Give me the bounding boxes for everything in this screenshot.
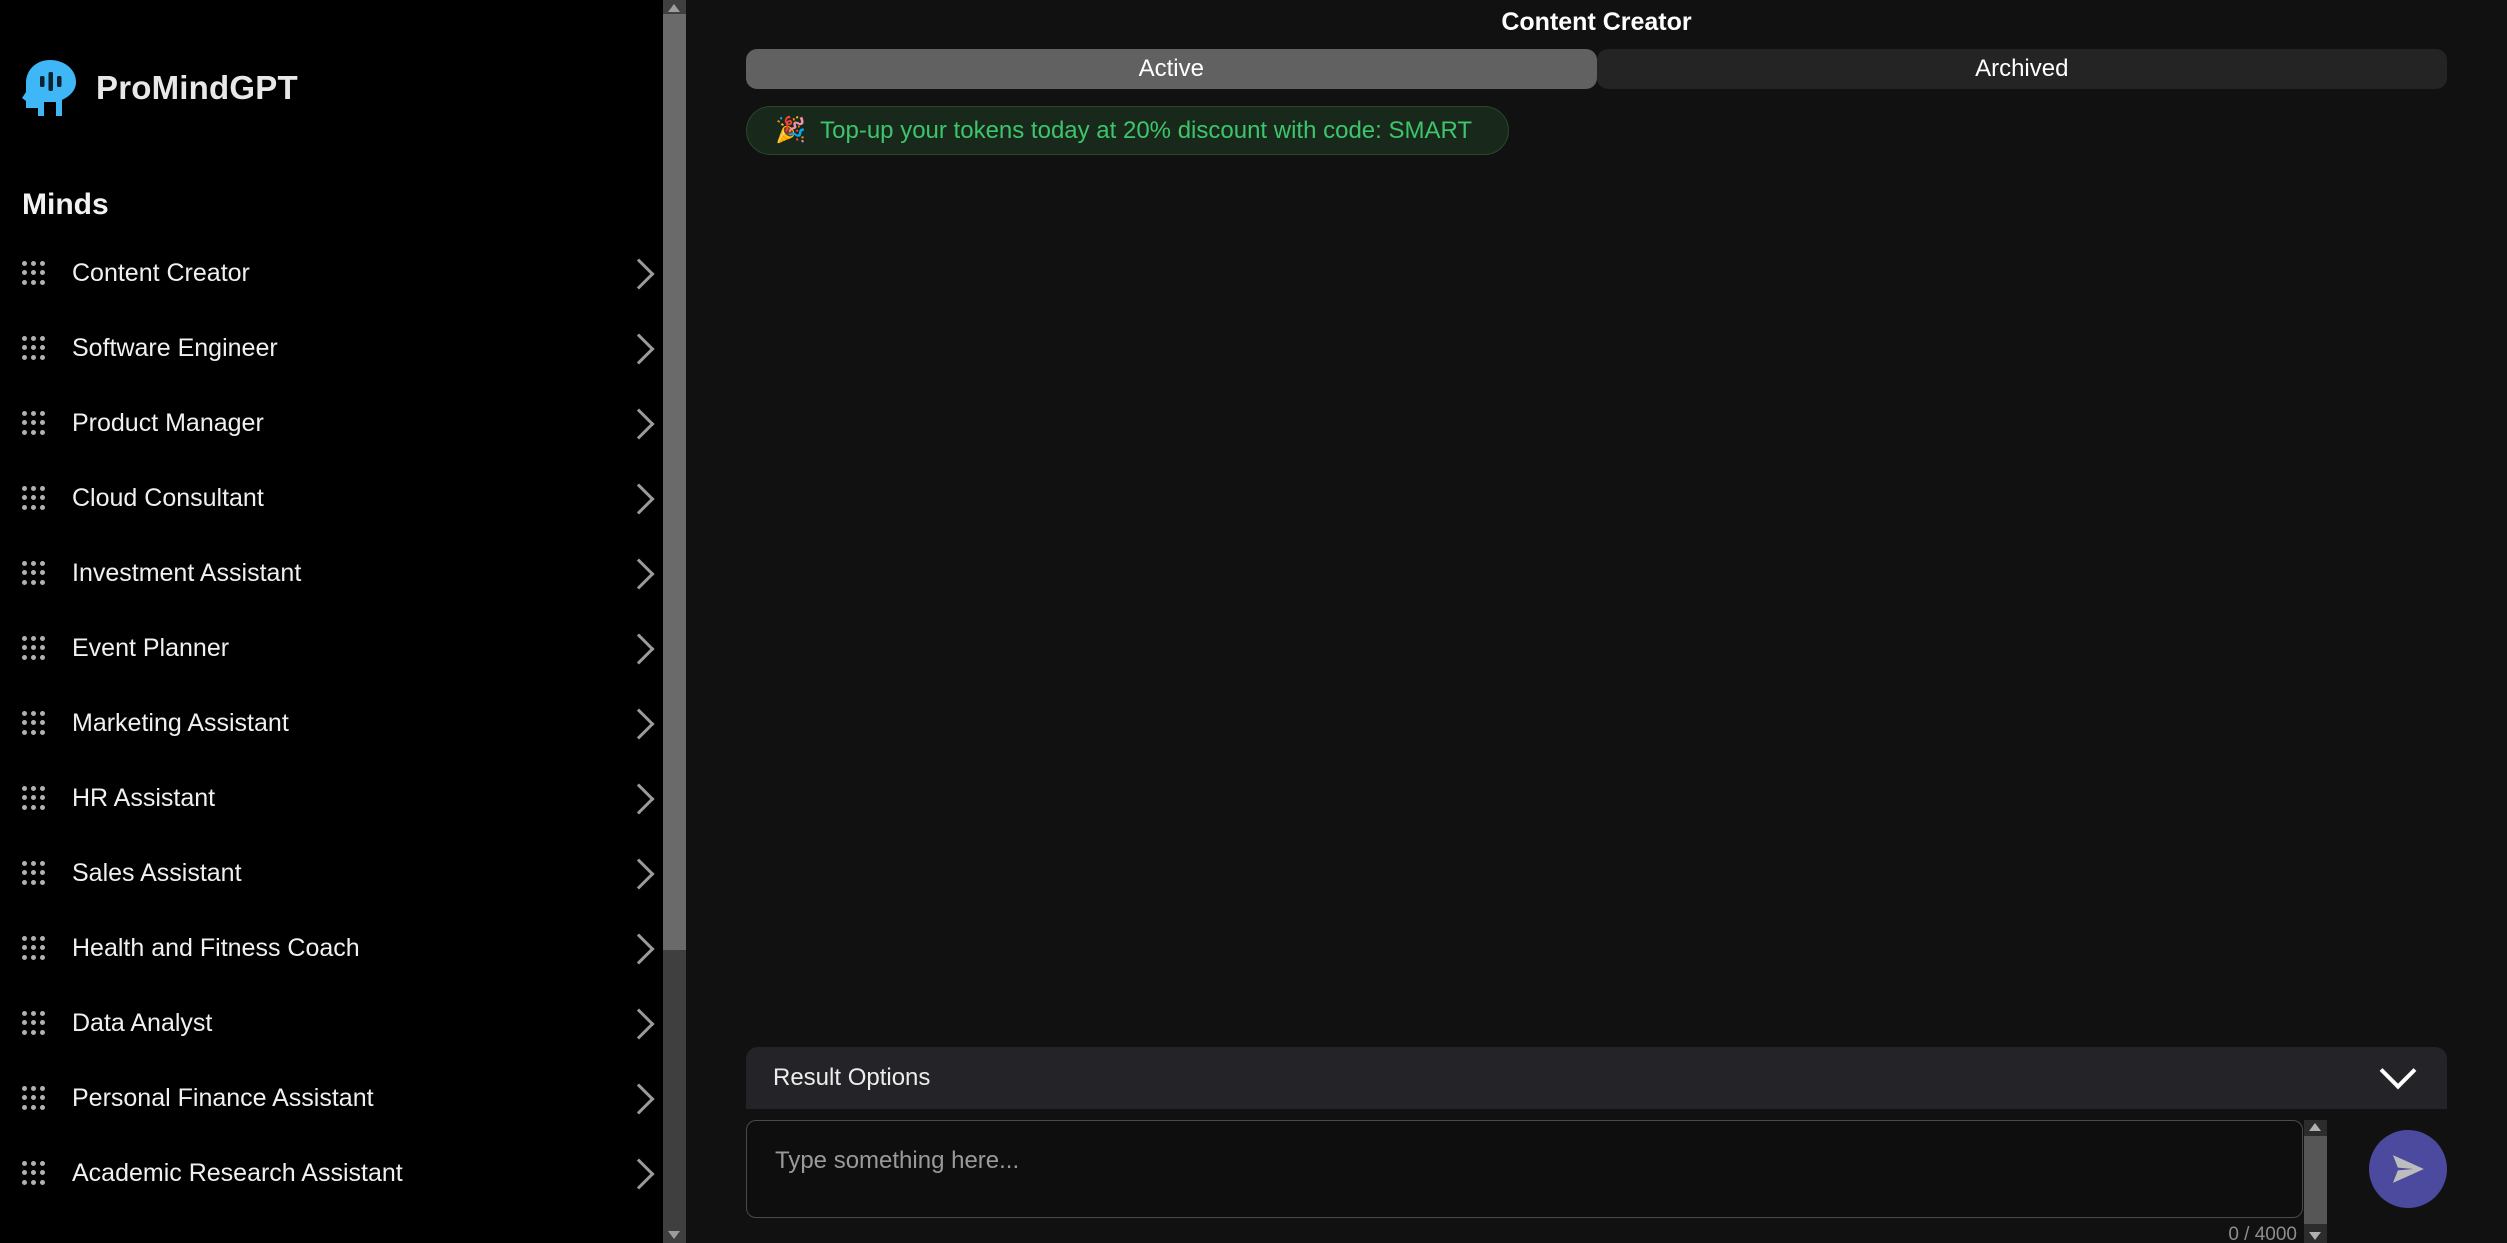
prompt-input-scrollbar[interactable] xyxy=(2304,1120,2327,1243)
drag-grid-icon[interactable] xyxy=(22,485,46,512)
tab-archived[interactable]: Archived xyxy=(1596,49,2447,89)
drag-grid-icon[interactable] xyxy=(22,335,46,362)
send-button[interactable] xyxy=(2369,1130,2447,1208)
drag-grid-icon[interactable] xyxy=(22,710,46,737)
chevron-right-icon[interactable] xyxy=(623,707,655,740)
chevron-right-icon[interactable] xyxy=(623,1082,655,1115)
sidebar-item-label: Investment Assistant xyxy=(72,559,302,587)
app-root: ProMindGPT Minds Content Creator Software… xyxy=(0,0,2507,1243)
sidebar-scrollbar-thumb[interactable] xyxy=(663,14,686,950)
sidebar-item[interactable]: Product Manager xyxy=(0,386,686,461)
send-paper-plane-icon xyxy=(2389,1150,2427,1188)
sidebar-item-label: Personal Finance Assistant xyxy=(72,1084,374,1112)
character-counter: 0 / 4000 xyxy=(2228,1224,2297,1243)
tab-archived-label: Archived xyxy=(1975,55,2069,82)
chevron-right-icon[interactable] xyxy=(623,557,655,590)
chevron-right-icon[interactable] xyxy=(623,332,655,365)
chevron-right-icon[interactable] xyxy=(623,1157,655,1190)
sidebar-item[interactable]: Sales Assistant xyxy=(0,836,686,911)
party-popper-icon: 🎉 xyxy=(775,116,807,144)
chevron-down-icon[interactable] xyxy=(2379,1052,2417,1090)
sidebar-item[interactable]: Cloud Consultant xyxy=(0,461,686,536)
chevron-right-icon[interactable] xyxy=(623,782,655,815)
head-profile-icon xyxy=(22,58,78,116)
prompt-input[interactable] xyxy=(746,1120,2303,1218)
sidebar-item[interactable]: Event Planner xyxy=(0,611,686,686)
drag-grid-icon[interactable] xyxy=(22,410,46,437)
minds-section-title: Minds xyxy=(22,188,109,221)
drag-grid-icon[interactable] xyxy=(22,635,46,662)
brand-logo-area[interactable]: ProMindGPT xyxy=(0,0,686,116)
sidebar-item[interactable]: Personal Finance Assistant xyxy=(0,1061,686,1136)
sidebar-item[interactable]: Data Analyst xyxy=(0,986,686,1061)
sidebar-item[interactable]: Health and Fitness Coach xyxy=(0,911,686,986)
sidebar-item-label: Event Planner xyxy=(72,634,230,662)
sidebar-item-label: Academic Research Assistant xyxy=(72,1159,403,1187)
sidebar-item-label: Health and Fitness Coach xyxy=(72,934,360,962)
sidebar-item[interactable]: Investment Assistant xyxy=(0,536,686,611)
scroll-down-arrow-icon[interactable] xyxy=(668,1231,680,1239)
chevron-right-icon[interactable] xyxy=(623,932,655,965)
sidebar-item-label: Sales Assistant xyxy=(72,859,242,887)
result-options-toggle[interactable]: Result Options xyxy=(746,1047,2447,1109)
composer: Result Options 0 / 4000 xyxy=(686,1047,2507,1243)
drag-grid-icon[interactable] xyxy=(22,1160,46,1187)
tab-active[interactable]: Active xyxy=(746,49,1597,89)
chevron-right-icon[interactable] xyxy=(623,257,655,290)
prompt-scroll-up-arrow-icon[interactable] xyxy=(2309,1123,2321,1131)
sidebar-item-label: Data Analyst xyxy=(72,1009,213,1037)
chevron-right-icon[interactable] xyxy=(623,857,655,890)
drag-grid-icon[interactable] xyxy=(22,1085,46,1112)
sidebar-item-label: Software Engineer xyxy=(72,334,278,362)
sidebar-item-label: Cloud Consultant xyxy=(72,484,264,512)
sidebar-item[interactable]: Content Creator xyxy=(0,236,686,311)
sidebar-scrollbar[interactable] xyxy=(663,0,686,1243)
chevron-right-icon[interactable] xyxy=(623,482,655,515)
result-options-label: Result Options xyxy=(773,1064,931,1091)
sidebar-item[interactable]: Software Engineer xyxy=(0,311,686,386)
sidebar: ProMindGPT Minds Content Creator Software… xyxy=(0,0,686,1243)
sidebar-item[interactable]: Academic Research Assistant xyxy=(0,1136,686,1211)
chevron-right-icon[interactable] xyxy=(623,632,655,665)
conversation-area xyxy=(746,166,2447,1047)
prompt-scroll-down-arrow-icon[interactable] xyxy=(2309,1232,2321,1240)
promo-row: 🎉 Top-up your tokens today at 20% discou… xyxy=(686,90,2507,155)
brand-name: ProMindGPT xyxy=(96,68,298,106)
drag-grid-icon[interactable] xyxy=(22,935,46,962)
promo-banner[interactable]: 🎉 Top-up your tokens today at 20% discou… xyxy=(746,106,1510,155)
sidebar-item-label: Product Manager xyxy=(72,409,264,437)
main-panel: Content Creator Active Archived 🎉 Top-up… xyxy=(686,0,2507,1243)
drag-grid-icon[interactable] xyxy=(22,1010,46,1037)
prompt-input-scrollbar-thumb[interactable] xyxy=(2304,1136,2327,1224)
input-row: 0 / 4000 xyxy=(746,1120,2447,1243)
page-title: Content Creator xyxy=(1501,8,1692,36)
tab-bar: Active Archived xyxy=(686,48,2507,90)
chevron-right-icon[interactable] xyxy=(623,1007,655,1040)
tab-active-label: Active xyxy=(1138,55,1204,82)
prompt-input-wrapper: 0 / 4000 xyxy=(746,1120,2303,1243)
drag-grid-icon[interactable] xyxy=(22,860,46,887)
sidebar-item-label: Marketing Assistant xyxy=(72,709,289,737)
sidebar-item-label: HR Assistant xyxy=(72,784,216,812)
drag-grid-icon[interactable] xyxy=(22,785,46,812)
sidebar-item-label: Content Creator xyxy=(72,259,250,287)
sidebar-item[interactable]: HR Assistant xyxy=(0,761,686,836)
scroll-up-arrow-icon[interactable] xyxy=(668,4,680,12)
drag-grid-icon[interactable] xyxy=(22,560,46,587)
chevron-right-icon[interactable] xyxy=(623,407,655,440)
sidebar-item[interactable]: Marketing Assistant xyxy=(0,686,686,761)
promo-text: Top-up your tokens today at 20% discount… xyxy=(820,116,1473,144)
minds-list: Content Creator Software Engineer Product … xyxy=(0,236,686,1211)
drag-grid-icon[interactable] xyxy=(22,260,46,287)
